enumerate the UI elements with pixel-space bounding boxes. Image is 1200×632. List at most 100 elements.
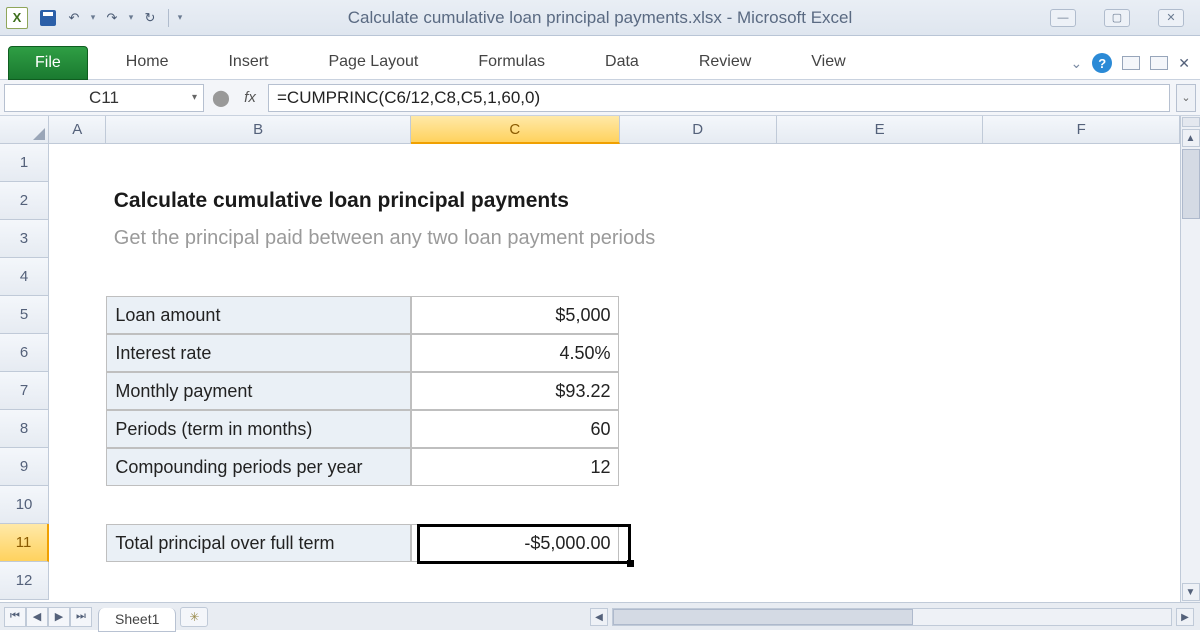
cell[interactable] xyxy=(106,562,411,600)
h-scroll-thumb[interactable] xyxy=(613,609,913,625)
cell[interactable]: Monthly payment xyxy=(106,372,411,410)
cell[interactable] xyxy=(777,334,983,372)
cell[interactable] xyxy=(106,258,411,296)
vertical-scrollbar[interactable]: ▲ ▼ xyxy=(1180,116,1200,602)
cell[interactable]: Periods (term in months) xyxy=(106,410,411,448)
cell[interactable] xyxy=(49,486,106,524)
cell[interactable] xyxy=(983,486,1180,524)
formula-input[interactable]: =CUMPRINC(C6/12,C8,C5,1,60,0) xyxy=(268,84,1170,112)
cell[interactable] xyxy=(49,524,106,562)
row-header-5[interactable]: 5 xyxy=(0,296,49,334)
cell[interactable] xyxy=(49,296,106,334)
row-header-11[interactable]: 11 xyxy=(0,524,49,562)
close-button[interactable]: ✕ xyxy=(1158,9,1184,27)
sheet-nav-prev[interactable]: ◀ xyxy=(26,607,48,627)
cell[interactable]: Loan amount xyxy=(106,296,411,334)
cell[interactable] xyxy=(411,144,619,182)
fx-icon[interactable]: fx xyxy=(238,89,262,106)
cell[interactable] xyxy=(983,410,1180,448)
cell[interactable] xyxy=(49,448,106,486)
row-header-8[interactable]: 8 xyxy=(0,410,49,448)
sheet-nav-first[interactable]: ⏮ xyxy=(4,607,26,627)
cell[interactable]: Compounding periods per year xyxy=(106,448,411,486)
cell[interactable] xyxy=(983,334,1180,372)
cell[interactable] xyxy=(49,258,106,296)
cell[interactable] xyxy=(777,448,983,486)
row-header-7[interactable]: 7 xyxy=(0,372,49,410)
row-header-4[interactable]: 4 xyxy=(0,258,49,296)
cell[interactable] xyxy=(411,486,619,524)
qat-customize[interactable]: ▾ xyxy=(175,6,185,30)
new-sheet-button[interactable]: ✳ xyxy=(180,607,208,627)
cell[interactable] xyxy=(619,372,776,410)
cell[interactable] xyxy=(777,296,983,334)
cell[interactable]: Calculate cumulative loan principal paym… xyxy=(106,182,416,220)
cell[interactable] xyxy=(619,486,776,524)
cell[interactable] xyxy=(983,448,1180,486)
file-tab[interactable]: File xyxy=(8,46,88,80)
cell[interactable] xyxy=(777,372,983,410)
cell[interactable] xyxy=(779,220,984,258)
tab-home[interactable]: Home xyxy=(104,45,191,79)
worksheet-grid[interactable]: A B C D E F 12Calculate cumulative loan … xyxy=(0,116,1180,602)
cell[interactable] xyxy=(49,144,106,182)
cell[interactable] xyxy=(619,258,776,296)
cell[interactable] xyxy=(623,182,779,220)
cell[interactable]: -$5,000.00 xyxy=(411,524,619,562)
cell[interactable] xyxy=(777,524,983,562)
cell[interactable] xyxy=(411,258,619,296)
cell[interactable] xyxy=(983,562,1180,600)
row-header-10[interactable]: 10 xyxy=(0,486,49,524)
col-header-C[interactable]: C xyxy=(411,116,619,144)
name-box-dropdown-icon[interactable]: ▾ xyxy=(192,92,197,103)
redo-button[interactable]: ↷ xyxy=(100,6,124,30)
cell[interactable] xyxy=(49,182,106,220)
formula-bar-expand[interactable]: ⌄ xyxy=(1176,84,1196,112)
tab-view[interactable]: View xyxy=(789,45,867,79)
workbook-restore-button[interactable] xyxy=(1150,56,1168,70)
help-icon[interactable]: ? xyxy=(1092,53,1112,73)
cell[interactable] xyxy=(49,562,106,600)
cell[interactable]: Interest rate xyxy=(106,334,411,372)
cell[interactable]: 4.50% xyxy=(411,334,619,372)
cancel-icon[interactable]: ⬤ xyxy=(210,88,232,108)
refresh-button[interactable]: ↻ xyxy=(138,6,162,30)
cell[interactable] xyxy=(777,258,983,296)
cell[interactable] xyxy=(985,220,1180,258)
tab-formulas[interactable]: Formulas xyxy=(456,45,567,79)
v-scroll-thumb[interactable] xyxy=(1182,149,1200,219)
cell[interactable] xyxy=(983,372,1180,410)
tab-data[interactable]: Data xyxy=(583,45,661,79)
cell[interactable]: Get the principal paid between any two l… xyxy=(106,220,416,258)
scroll-down-button[interactable]: ▼ xyxy=(1182,583,1200,601)
workbook-minimize-button[interactable] xyxy=(1122,56,1140,70)
cell[interactable] xyxy=(106,486,411,524)
h-scroll-track[interactable] xyxy=(612,608,1172,626)
tab-insert[interactable]: Insert xyxy=(206,45,290,79)
excel-icon[interactable]: X xyxy=(6,7,28,29)
cell[interactable] xyxy=(983,144,1180,182)
row-header-12[interactable]: 12 xyxy=(0,562,49,600)
cell[interactable]: $5,000 xyxy=(411,296,619,334)
cell[interactable] xyxy=(619,524,776,562)
sheet-tab-sheet1[interactable]: Sheet1 xyxy=(98,608,176,632)
workbook-close-button[interactable]: ✕ xyxy=(1178,55,1190,72)
cell[interactable] xyxy=(619,562,776,600)
select-all-button[interactable] xyxy=(0,116,49,143)
cell[interactable] xyxy=(983,296,1180,334)
cell[interactable]: 60 xyxy=(411,410,619,448)
cell[interactable] xyxy=(777,562,983,600)
cell[interactable] xyxy=(779,182,984,220)
row-header-2[interactable]: 2 xyxy=(0,182,49,220)
v-scroll-track[interactable] xyxy=(1182,149,1200,581)
scroll-left-button[interactable]: ◀ xyxy=(590,608,608,626)
cell[interactable] xyxy=(49,410,106,448)
tab-review[interactable]: Review xyxy=(677,45,773,79)
row-header-9[interactable]: 9 xyxy=(0,448,49,486)
cell[interactable] xyxy=(619,448,776,486)
restore-button[interactable]: ▢ xyxy=(1104,9,1130,27)
cell[interactable] xyxy=(416,182,623,220)
tab-page-layout[interactable]: Page Layout xyxy=(306,45,440,79)
cell[interactable] xyxy=(777,410,983,448)
col-header-F[interactable]: F xyxy=(983,116,1180,143)
